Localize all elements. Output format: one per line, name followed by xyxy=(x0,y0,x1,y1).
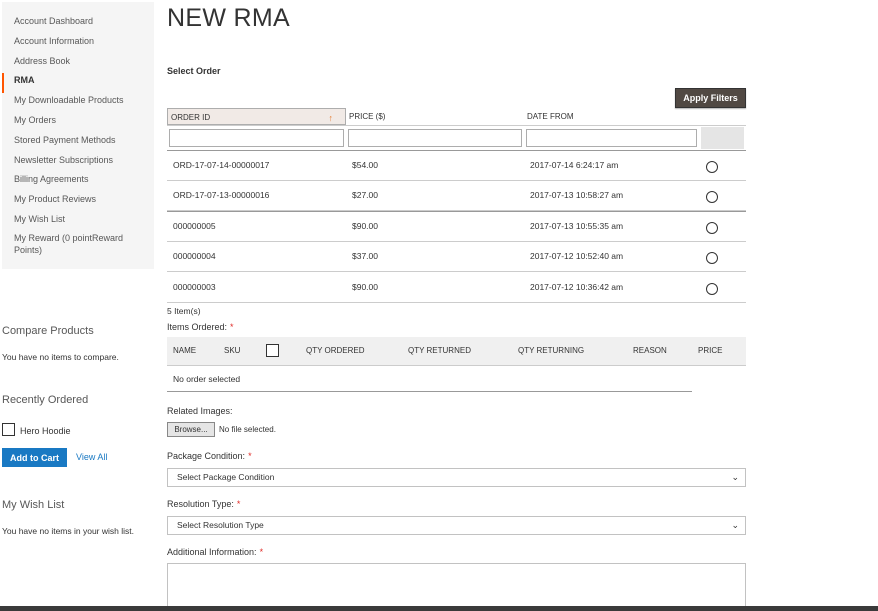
items-ordered-header: NAME SKU QTY ORDERED QTY RETURNED QTY RE… xyxy=(167,337,746,366)
nav-item-account-dashboard[interactable]: Account Dashboard xyxy=(2,14,154,34)
chevron-down-icon: ⌄ xyxy=(731,520,739,530)
order-id-cell: ORD-17-07-14-00000017 xyxy=(173,160,270,171)
view-all-link[interactable]: View All xyxy=(76,452,107,462)
items-ordered-label: Items Ordered: * xyxy=(167,322,234,332)
recently-ordered-title: Recently Ordered xyxy=(2,394,89,406)
order-select-radio[interactable] xyxy=(706,191,718,204)
column-header-sku: SKU xyxy=(224,346,241,355)
column-header-order-id[interactable]: ORDER ID ↑ xyxy=(167,108,346,125)
compare-empty-text: You have no items to compare. xyxy=(2,352,119,362)
recently-ordered-item: Hero Hoodie xyxy=(2,423,71,436)
order-id-cell: 000000004 xyxy=(173,251,216,262)
column-header-qty-returning: QTY RETURNING xyxy=(518,346,585,355)
price-cell: $37.00 xyxy=(352,251,378,262)
order-id-cell: 000000005 xyxy=(173,221,216,232)
orders-grid-header: ORDER ID ↑ PRICE ($) DATE FROM xyxy=(167,108,746,126)
column-header-select xyxy=(699,108,746,125)
select-all-items-checkbox[interactable] xyxy=(266,344,279,357)
order-id-cell: 000000003 xyxy=(173,281,216,292)
date-cell: 2017-07-12 10:52:40 am xyxy=(530,251,624,262)
column-header-reason: REASON xyxy=(633,346,667,355)
orders-grid-filters xyxy=(167,126,746,150)
resolution-type-select[interactable]: Select Resolution Type ⌄ xyxy=(167,516,746,535)
nav-item-address-book[interactable]: Address Book xyxy=(2,54,154,74)
nav-item-newsletter-subscriptions[interactable]: Newsletter Subscriptions xyxy=(2,153,154,173)
additional-info-label: Additional Information: * xyxy=(167,547,263,557)
page-title: NEW RMA xyxy=(167,4,290,32)
package-condition-value: Select Package Condition xyxy=(177,472,275,482)
select-filter-blank xyxy=(701,127,744,149)
order-select-radio[interactable] xyxy=(706,282,718,295)
date-from-filter-input[interactable] xyxy=(526,129,697,147)
package-condition-label: Package Condition: * xyxy=(167,451,252,461)
price-cell: $27.00 xyxy=(352,190,378,201)
recently-ordered-checkbox[interactable] xyxy=(2,423,15,436)
column-header-date-from[interactable]: DATE FROM xyxy=(524,108,699,125)
additional-info-textarea[interactable] xyxy=(167,563,746,611)
table-row[interactable]: ORD-17-07-13-00000016 $27.00 2017-07-13 … xyxy=(167,181,746,211)
nav-item-product-reviews[interactable]: My Product Reviews xyxy=(2,192,154,212)
column-header-name: NAME xyxy=(173,346,197,355)
no-file-selected-text: No file selected. xyxy=(219,425,276,434)
resolution-type-label-text: Resolution Type: xyxy=(167,499,234,509)
apply-filters-button[interactable]: Apply Filters xyxy=(675,88,746,108)
resolution-type-label: Resolution Type: * xyxy=(167,499,240,509)
nav-item-my-reward[interactable]: My Reward (0 pointReward Points) xyxy=(2,232,154,256)
table-row[interactable]: 000000003 $90.00 2017-07-12 10:36:42 am xyxy=(167,272,746,303)
date-cell: 2017-07-13 10:55:35 am xyxy=(530,221,624,232)
required-mark: * xyxy=(230,322,234,332)
orders-grid: ORDER ID ↑ PRICE ($) DATE FROM ORD-17-07… xyxy=(167,108,746,303)
wishlist-empty-text: You have no items in your wish list. xyxy=(2,526,134,536)
column-header-price[interactable]: PRICE ($) xyxy=(346,108,524,125)
no-order-selected-text: No order selected xyxy=(173,374,241,384)
sort-ascending-icon: ↑ xyxy=(328,113,334,123)
column-header-order-id-label: ORDER ID xyxy=(171,113,211,122)
price-cell: $90.00 xyxy=(352,221,378,232)
nav-item-stored-payment-methods[interactable]: Stored Payment Methods xyxy=(2,133,154,153)
items-ordered-label-text: Items Ordered: xyxy=(167,322,228,332)
wishlist-title: My Wish List xyxy=(2,499,65,511)
related-images-label: Related Images: xyxy=(167,406,233,416)
price-filter-input[interactable] xyxy=(348,129,522,147)
table-row[interactable]: 000000005 $90.00 2017-07-13 10:55:35 am xyxy=(167,211,746,242)
account-nav: Account Dashboard Account Information Ad… xyxy=(2,2,154,269)
package-condition-select[interactable]: Select Package Condition ⌄ xyxy=(167,468,746,487)
date-cell: 2017-07-13 10:58:27 am xyxy=(530,190,624,201)
compare-products-title: Compare Products xyxy=(2,325,94,337)
date-cell: 2017-07-12 10:36:42 am xyxy=(530,281,624,292)
add-to-cart-button[interactable]: Add to Cart xyxy=(2,448,67,467)
order-select-radio[interactable] xyxy=(706,161,718,174)
items-count: 5 Item(s) xyxy=(167,306,201,316)
resolution-type-value: Select Resolution Type xyxy=(177,520,264,530)
nav-item-my-orders[interactable]: My Orders xyxy=(2,113,154,133)
recently-ordered-item-label[interactable]: Hero Hoodie xyxy=(20,426,71,436)
order-id-cell: ORD-17-07-13-00000016 xyxy=(173,190,270,201)
column-header-qty-ordered: QTY ORDERED xyxy=(306,346,365,355)
price-cell: $54.00 xyxy=(352,160,378,171)
date-cell: 2017-07-14 6:24:17 am xyxy=(530,160,619,171)
column-header-price: PRICE xyxy=(698,346,723,355)
column-header-qty-returned: QTY RETURNED xyxy=(408,346,471,355)
price-cell: $90.00 xyxy=(352,281,378,292)
select-order-label: Select Order xyxy=(167,66,221,76)
required-mark: * xyxy=(259,547,264,557)
table-row[interactable]: ORD-17-07-14-00000017 $54.00 2017-07-14 … xyxy=(167,150,746,181)
order-id-filter-input[interactable] xyxy=(169,129,344,147)
required-mark: * xyxy=(236,499,241,509)
nav-item-wish-list[interactable]: My Wish List xyxy=(2,212,154,232)
browse-file-button[interactable]: Browse... xyxy=(167,422,215,437)
nav-item-billing-agreements[interactable]: Billing Agreements xyxy=(2,172,154,192)
nav-item-rma: RMA xyxy=(2,73,154,94)
order-select-radio[interactable] xyxy=(706,222,718,235)
chevron-down-icon: ⌄ xyxy=(731,472,739,482)
nav-item-account-information[interactable]: Account Information xyxy=(2,34,154,54)
additional-info-label-text: Additional Information: xyxy=(167,547,257,557)
footer-bar xyxy=(0,606,878,611)
table-row[interactable]: 000000004 $37.00 2017-07-12 10:52:40 am xyxy=(167,242,746,272)
order-select-radio[interactable] xyxy=(706,252,718,265)
package-condition-label-text: Package Condition: xyxy=(167,451,246,461)
required-mark: * xyxy=(248,451,252,461)
nav-item-downloadable-products[interactable]: My Downloadable Products xyxy=(2,93,154,113)
divider xyxy=(167,391,692,392)
